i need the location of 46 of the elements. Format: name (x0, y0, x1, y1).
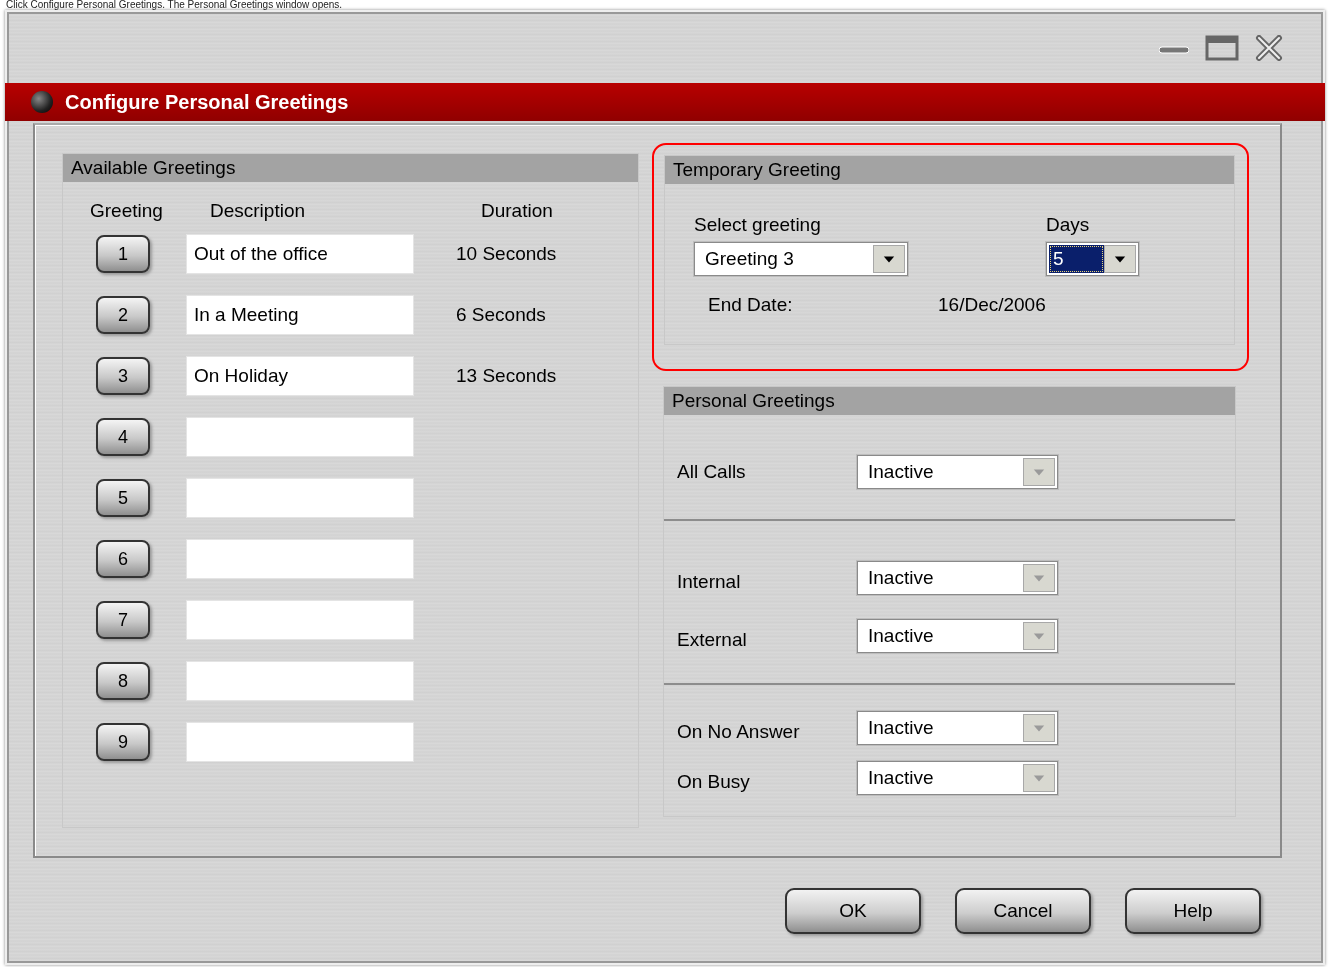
column-header: Greeting (90, 200, 164, 223)
field-label: Select greeting (694, 214, 822, 236)
greeting-number-button[interactable]: 1 (96, 235, 150, 273)
column-header: Description (210, 200, 307, 223)
greeting-number-button[interactable]: 9 (96, 723, 150, 761)
description-field[interactable] (186, 661, 414, 701)
greeting-number-button[interactable]: 4 (96, 418, 150, 456)
field-label: Days (1046, 214, 1091, 236)
greeting-number-button[interactable]: 5 (96, 479, 150, 517)
section-header: Available Greetings (63, 154, 638, 182)
section-header: Personal Greetings (664, 387, 1235, 415)
dropdown[interactable]: Greeting 3 (694, 242, 908, 276)
caption: Click Configure Personal Greetings. The Personal Greetings window opens. (5, 0, 344, 10)
description-field[interactable]: In a Meeting (186, 295, 414, 335)
description-field[interactable]: Out of the office (186, 234, 414, 274)
duration-text: 13 Seconds (456, 365, 558, 387)
description-field[interactable] (186, 417, 414, 457)
window-title: Configure Personal Greetings (65, 90, 349, 114)
description-field[interactable]: On Holiday (186, 356, 414, 396)
dialog-button[interactable]: Help (1125, 887, 1261, 934)
field-label: Internal (677, 570, 742, 593)
description-field[interactable] (186, 478, 414, 518)
greeting-number-button[interactable]: 8 (96, 662, 150, 700)
description-field[interactable] (186, 600, 414, 640)
field-label: External (677, 628, 748, 651)
close-icon[interactable] (1255, 34, 1283, 61)
maximize-icon[interactable] (1205, 34, 1239, 61)
greeting-number-button[interactable]: 3 (96, 357, 150, 395)
column-header: Duration (481, 200, 554, 223)
description-field[interactable] (186, 539, 414, 579)
dialog-button[interactable]: OK (785, 887, 921, 934)
orb-icon (31, 91, 53, 113)
greeting-number-button[interactable]: 6 (96, 540, 150, 578)
dialog-button[interactable]: Cancel (955, 887, 1091, 934)
greeting-number-button[interactable]: 7 (96, 601, 150, 639)
dropdown[interactable]: 5 (1046, 242, 1139, 276)
duration-text: 6 Seconds (456, 304, 547, 326)
duration-text: 10 Seconds (456, 243, 558, 265)
field-label: On No Answer (677, 720, 801, 743)
field-label: All Calls (677, 461, 747, 483)
field-label: On Busy (677, 770, 751, 793)
section-header: Temporary Greeting (665, 156, 1234, 184)
description-field[interactable] (186, 722, 414, 762)
field-label: End Date: (708, 294, 794, 316)
greeting-number-button[interactable]: 2 (96, 296, 150, 334)
end-date-value: 16/Dec/2006 (938, 294, 1047, 316)
